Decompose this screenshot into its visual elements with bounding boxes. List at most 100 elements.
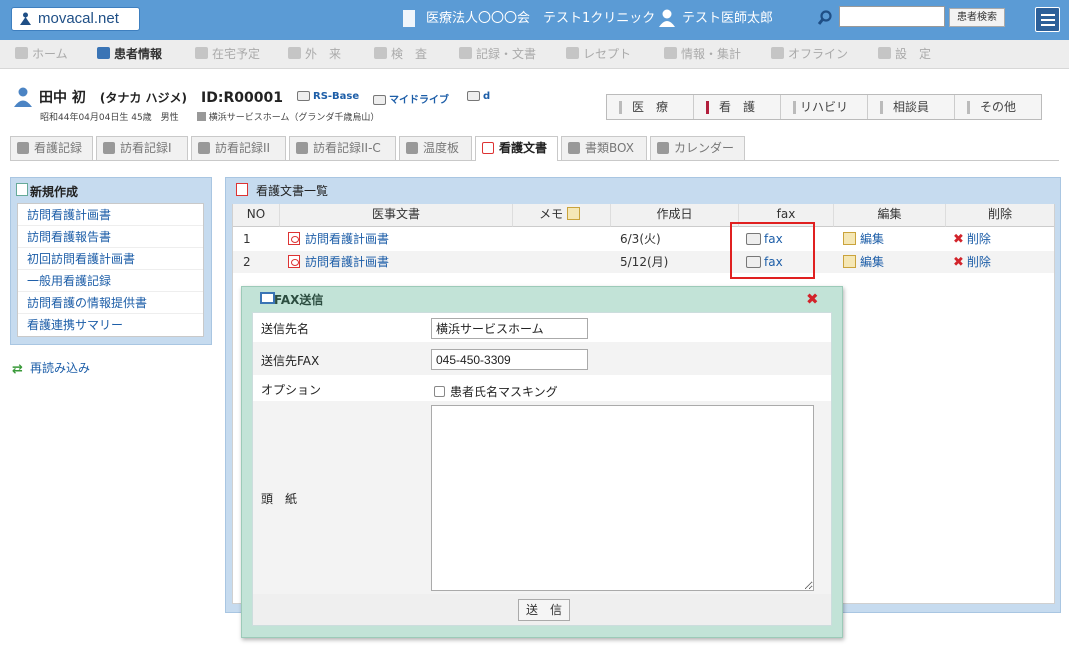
new-doc-item[interactable]: 一般用看護記録 <box>18 270 203 292</box>
nav-patient-info[interactable]: 患者情報 <box>97 40 162 69</box>
user-icon <box>659 9 675 27</box>
home-icon <box>15 47 28 59</box>
fax-highlight-box <box>730 222 815 279</box>
mask-option[interactable]: 患者氏名マスキング <box>434 383 558 400</box>
nav-home-visit[interactable]: 在宅予定 <box>195 40 260 69</box>
dest-fax-label: 送信先FAX <box>261 354 320 368</box>
pdf-icon <box>288 255 300 268</box>
edit-button[interactable]: 編集 <box>843 229 884 249</box>
new-doc-title: 新規作成 <box>30 185 79 199</box>
drive-icon <box>297 91 310 101</box>
tab-doc-box[interactable]: 書類BOX <box>561 136 647 160</box>
facility-icon <box>196 112 206 121</box>
option-label: オプション <box>261 383 322 397</box>
pdf-icon <box>236 183 248 196</box>
new-doc-item[interactable]: 初回訪問看護計画書 <box>18 248 203 270</box>
reload-icon: ⇄ <box>12 362 23 377</box>
record-icon <box>198 142 210 154</box>
logo[interactable]: movacal.net <box>11 7 140 31</box>
col-doc: 医事文書 <box>280 204 513 227</box>
mask-checkbox[interactable] <box>434 386 445 397</box>
search-icon[interactable] <box>817 10 833 26</box>
new-doc-item[interactable]: 訪問看護の情報提供書 <box>18 292 203 314</box>
tab-nursing-record[interactable]: 看護記録 <box>10 136 93 160</box>
new-doc-item[interactable]: 訪問看護報告書 <box>18 226 203 248</box>
nav-stats[interactable]: 情報・集計 <box>664 40 741 69</box>
patient-name: 田中 初 (タナカ ハジメ) ID:R00001 <box>39 90 283 106</box>
cat-nursing[interactable]: 看 護 <box>694 95 781 119</box>
nav-records[interactable]: 記録・文書 <box>459 40 536 69</box>
nav-outpatient[interactable]: 外 来 <box>288 40 341 69</box>
delete-button[interactable]: ✖ 削除 <box>953 252 991 272</box>
cat-medical[interactable]: 医 療 <box>607 95 694 119</box>
edit-icon <box>843 255 856 268</box>
window-icon <box>260 292 275 304</box>
d-link[interactable]: d <box>467 91 490 102</box>
cover-textarea[interactable] <box>431 405 814 591</box>
tab-visit-record-2c[interactable]: 訪看記録II-C <box>289 136 396 160</box>
nav-receipt[interactable]: レセプト <box>566 40 631 69</box>
doc-link[interactable]: 訪問看護計画書 <box>288 229 389 249</box>
nav-settings[interactable]: 設 定 <box>878 40 931 69</box>
calendar-icon <box>657 142 669 154</box>
cover-label: 頭 紙 <box>261 492 298 506</box>
building-icon <box>403 10 415 27</box>
tab-visit-record-2[interactable]: 訪看記録II <box>191 136 286 160</box>
reload-link[interactable]: 再読み込み <box>30 359 90 376</box>
new-doc-icon <box>16 183 28 196</box>
delete-button[interactable]: ✖ 削除 <box>953 229 991 249</box>
col-memo: メモ <box>513 204 611 227</box>
plane-icon <box>771 47 784 59</box>
clinic-name[interactable]: 医療法人〇〇〇会 テスト1クリニック <box>426 10 655 28</box>
delete-icon: ✖ <box>953 255 964 270</box>
main-nav: ホーム 患者情報 在宅予定 外 来 検 査 記録・文書 レセプト 情報・集計 オ… <box>0 40 1069 69</box>
col-date: 作成日 <box>611 204 739 227</box>
fax-dialog-title: FAX送信 <box>274 293 324 307</box>
rs-base-link[interactable]: RS-Base <box>297 91 359 102</box>
tab-nursing-docs[interactable]: 看護文書 <box>475 136 558 161</box>
record-icon <box>103 142 115 154</box>
stats-icon <box>664 47 677 59</box>
col-no: NO <box>233 204 280 227</box>
exam-icon <box>374 47 387 59</box>
doc-link[interactable]: 訪問看護計画書 <box>288 252 389 272</box>
patient-search-button[interactable]: 患者検索 <box>949 8 1005 27</box>
dest-fax-field[interactable] <box>431 349 588 370</box>
chart-icon <box>406 142 418 154</box>
pdf-icon <box>482 142 494 154</box>
records-icon <box>459 47 472 59</box>
logo-text: movacal.net <box>38 10 119 27</box>
record-icon <box>296 142 308 154</box>
edit-button[interactable]: 編集 <box>843 252 884 272</box>
patients-icon <box>97 47 110 59</box>
nav-offline[interactable]: オフライン <box>771 40 848 69</box>
send-button[interactable]: 送 信 <box>518 599 570 621</box>
row-no: 1 <box>243 232 251 246</box>
memo-icon <box>566 207 580 220</box>
new-doc-item[interactable]: 看護連携サマリー <box>18 314 203 336</box>
drive-icon <box>373 95 386 105</box>
tab-calendar[interactable]: カレンダー <box>650 136 745 160</box>
tab-temperature[interactable]: 温度板 <box>399 136 472 160</box>
my-drive-link[interactable]: マイドライブ <box>373 91 449 106</box>
search-input[interactable] <box>839 6 945 27</box>
nurse-icon <box>17 142 29 154</box>
dest-name-field[interactable] <box>431 318 588 339</box>
cat-counselor[interactable]: 相談員 <box>868 95 955 119</box>
tab-visit-record-1[interactable]: 訪看記録I <box>96 136 188 160</box>
delete-icon: ✖ <box>953 232 964 247</box>
cat-rehab[interactable]: リハビリ <box>781 95 868 119</box>
doctor-name[interactable]: テスト医師太郎 <box>682 10 773 28</box>
new-doc-list: 訪問看護計画書 訪問看護報告書 初回訪問看護計画書 一般用看護記録 訪問看護の情… <box>17 203 204 337</box>
outpatient-icon <box>288 47 301 59</box>
close-icon[interactable]: ✖ <box>806 290 819 308</box>
nav-home[interactable]: ホーム <box>15 40 68 69</box>
edit-icon <box>843 232 856 245</box>
menu-button[interactable] <box>1035 7 1060 32</box>
nav-exam[interactable]: 検 査 <box>374 40 427 69</box>
receipt-icon <box>566 47 579 59</box>
new-doc-item[interactable]: 訪問看護計画書 <box>18 204 203 226</box>
cat-other[interactable]: その他 <box>955 95 1041 119</box>
clock-icon <box>195 47 208 59</box>
col-delete: 削除 <box>946 204 1054 227</box>
